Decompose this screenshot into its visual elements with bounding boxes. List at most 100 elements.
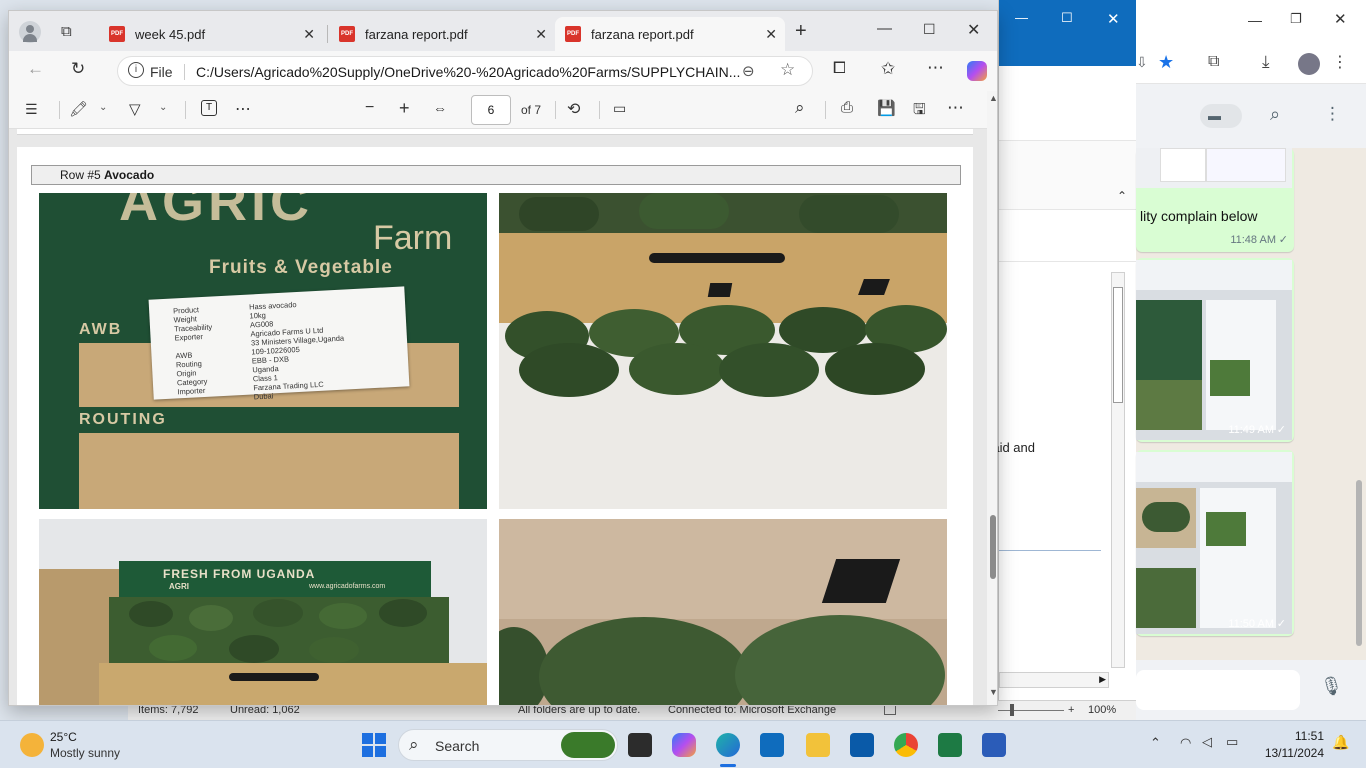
minimize-icon[interactable]: — (1015, 10, 1028, 25)
save-as-icon[interactable]: 🖫 (913, 99, 926, 124)
url-field[interactable]: i File C:/Users/Agricado%20Supply/OneDri… (117, 56, 813, 86)
message-bubble[interactable]: lity complain below 11:48 AM ✓ (1136, 148, 1294, 252)
image-message-bubble[interactable]: 11:49 AM ✓ (1136, 258, 1294, 442)
file-explorer-icon[interactable] (806, 733, 830, 757)
chevron-down-icon[interactable]: ⌄ (159, 102, 167, 113)
tab-farzana-report-1[interactable]: PDF farzana report.pdf ✕ (329, 17, 555, 51)
photo-open-box[interactable]: FRESH FROM UGANDA AGRI www.agricadofarms… (39, 519, 487, 705)
photo-carton-label[interactable]: AGRIC Farm Fruits & Vegetable AWB ROUTIN… (39, 193, 487, 509)
chrome-taskbar-icon[interactable] (894, 733, 918, 757)
restore-icon[interactable]: ❐ (1290, 11, 1302, 27)
pdf-more-icon[interactable]: ⋯ (947, 98, 964, 118)
tab-farzana-report-2[interactable]: PDF farzana report.pdf ✕ (555, 17, 785, 51)
task-view-icon[interactable] (628, 733, 652, 757)
more-tools-icon[interactable]: ⋯ (235, 99, 251, 119)
minimize-icon[interactable]: — (1248, 12, 1262, 28)
photo-avocados-row[interactable] (499, 193, 947, 509)
extensions-icon[interactable]: ⧉ (1208, 53, 1219, 71)
screenshot-thumbnail[interactable] (1136, 260, 1292, 440)
chrome-menu-icon[interactable]: ⋮ (1332, 52, 1348, 72)
extensions-icon[interactable]: ⧠ (833, 60, 846, 78)
copilot-icon[interactable] (967, 61, 987, 81)
contents-list-icon[interactable]: ☰ (25, 101, 38, 118)
outlook-scrollbar[interactable] (1111, 272, 1125, 668)
clock-time[interactable]: 11:51 (1284, 729, 1324, 743)
zoom-slider[interactable] (998, 710, 1064, 711)
draw-icon[interactable]: ▽ (129, 100, 141, 118)
excel-taskbar-icon[interactable] (938, 733, 962, 757)
clock-date[interactable]: 13/11/2024 (1256, 746, 1324, 760)
tab-week-45[interactable]: PDF week 45.pdf ✕ (99, 17, 323, 51)
video-call-button[interactable]: ▬ (1200, 104, 1242, 128)
word-taskbar-icon[interactable] (982, 733, 1006, 757)
image-message-bubble[interactable]: 11:50 AM ✓ (1136, 450, 1294, 636)
print-icon[interactable]: ⎙ (841, 99, 853, 116)
workspaces-icon[interactable]: ⧉ (61, 23, 72, 40)
page-number-input[interactable]: 6 (471, 95, 511, 125)
taskbar-search-box[interactable]: ⌕ Search (398, 729, 618, 761)
zoom-out-button[interactable]: − (365, 99, 374, 117)
profile-icon[interactable] (19, 21, 41, 43)
close-icon[interactable]: ✕ (1107, 10, 1120, 28)
pdf-vertical-scrollbar[interactable]: ▲ ▼ (987, 91, 997, 705)
search-icon[interactable]: ⌕ (1270, 104, 1280, 125)
close-icon[interactable]: ✕ (1334, 10, 1347, 28)
chevron-down-icon[interactable]: ⌄ (99, 102, 107, 113)
microphone-icon[interactable]: 🎙 (1320, 676, 1343, 697)
whatsapp-scrollbar[interactable] (1356, 480, 1362, 646)
close-tab-icon[interactable]: ✕ (765, 26, 777, 43)
profile-avatar[interactable] (1298, 53, 1320, 75)
save-icon[interactable]: 💾 (877, 99, 896, 117)
rotate-icon[interactable]: ⟲ (567, 99, 580, 119)
wifi-icon[interactable]: ◠ (1180, 735, 1191, 751)
maximize-icon[interactable]: ☐ (1061, 10, 1073, 26)
outlook-taskbar-icon[interactable] (760, 733, 784, 757)
weather-temp[interactable]: 25°C (50, 730, 77, 744)
fit-width-icon[interactable]: ⇔ (433, 100, 447, 116)
text-box-icon[interactable]: T (201, 100, 217, 116)
url-text[interactable]: C:/Users/Agricado%20Supply/OneDrive%20-%… (196, 64, 740, 80)
speaker-icon[interactable]: ◁ (1202, 734, 1212, 750)
new-tab-button[interactable]: + (795, 20, 807, 43)
favorite-star-icon[interactable]: ☆ (780, 60, 795, 80)
edge-taskbar-icon[interactable] (716, 733, 740, 757)
close-window-icon[interactable]: ✕ (967, 20, 980, 40)
weather-desc[interactable]: Mostly sunny (50, 746, 120, 760)
close-tab-icon[interactable]: ✕ (303, 26, 315, 43)
info-icon[interactable]: i (128, 62, 144, 78)
outlook-horizontal-scrollbar[interactable]: ▶ (999, 672, 1109, 688)
settings-more-icon[interactable]: ⋯ (927, 58, 944, 78)
refresh-icon[interactable]: ↻ (71, 59, 85, 79)
message-input[interactable] (1136, 670, 1300, 710)
tab-label: farzana report.pdf (591, 26, 694, 42)
minimize-icon[interactable]: — (877, 20, 892, 37)
star-icon[interactable]: ★ (1158, 52, 1174, 73)
zoom-out-icon[interactable]: ⊖ (742, 62, 755, 80)
notification-bell-icon[interactable]: 🔔 (1332, 734, 1349, 751)
favorites-icon[interactable]: ✩ (881, 59, 895, 79)
back-arrow-icon[interactable]: ← (27, 59, 44, 79)
maximize-icon[interactable]: ☐ (923, 21, 936, 38)
scroll-up-icon[interactable]: ▲ (989, 93, 997, 103)
download-icon[interactable]: ⤓ (1262, 52, 1270, 72)
chevron-up-icon[interactable]: ⌃ (1117, 189, 1127, 203)
page-view-icon[interactable]: ▭ (613, 100, 626, 117)
start-windows-icon[interactable] (362, 733, 386, 757)
scroll-down-icon[interactable]: ▼ (989, 687, 997, 697)
chat-menu-icon[interactable]: ⋮ (1324, 104, 1341, 124)
scroll-thumb[interactable] (990, 515, 996, 579)
download-arrow-icon[interactable]: ⇩ (1136, 54, 1148, 71)
copilot-taskbar-icon[interactable] (672, 733, 696, 757)
screenshot-thumbnail[interactable] (1136, 452, 1292, 634)
close-tab-icon[interactable]: ✕ (535, 26, 547, 43)
weather-sun-icon[interactable] (20, 733, 44, 757)
search-icon[interactable]: ⌕ (795, 98, 805, 118)
battery-icon[interactable]: ▭ (1226, 734, 1238, 750)
highlight-icon[interactable]: 🖍 (69, 100, 88, 118)
zoom-in-icon[interactable]: + (1068, 704, 1074, 716)
photo-avocado-closeup[interactable] (499, 519, 947, 705)
zoom-in-button[interactable]: + (399, 98, 410, 119)
previous-page-edge (17, 129, 973, 135)
chevron-up-icon[interactable]: ⌃ (1150, 735, 1161, 751)
outlook-new-icon[interactable] (850, 733, 874, 757)
